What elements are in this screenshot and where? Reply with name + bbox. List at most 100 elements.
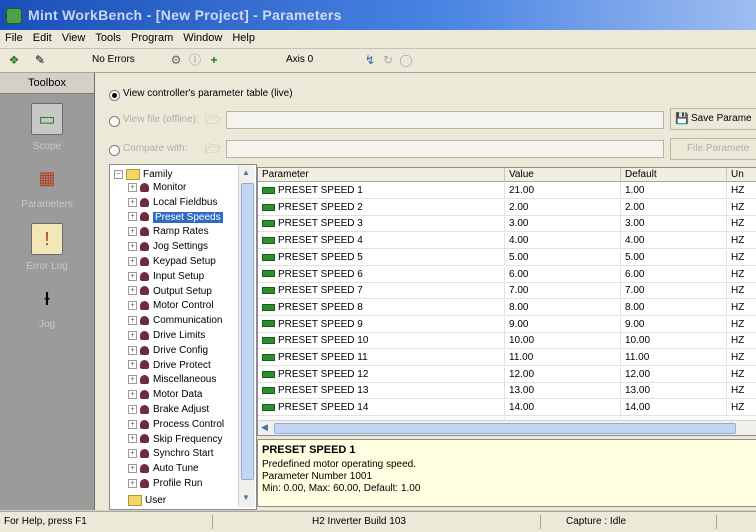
expand-icon[interactable]: + (128, 330, 137, 340)
menu-program[interactable]: Program (126, 30, 178, 44)
table-row[interactable]: PRESET SPEED 14 14.00 14.00 HZ (258, 400, 756, 417)
info-icon[interactable]: ⓘ (187, 53, 203, 67)
menu-tools[interactable]: Tools (90, 30, 126, 44)
expand-icon[interactable]: + (128, 286, 137, 296)
expand-icon[interactable]: + (128, 345, 137, 355)
table-row[interactable]: PRESET SPEED 4 4.00 4.00 HZ (258, 233, 756, 250)
table-row[interactable]: PRESET SPEED 10 10.00 10.00 HZ (258, 333, 756, 350)
tree-item[interactable]: + Keypad Setup (128, 255, 216, 268)
header-value[interactable]: Value (505, 168, 621, 182)
table-row[interactable]: PRESET SPEED 12 12.00 12.00 HZ (258, 366, 756, 383)
table-row[interactable]: PRESET SPEED 3 3.00 3.00 HZ (258, 216, 756, 233)
save-parameters-button[interactable]: 💾 Save Parame (670, 108, 756, 130)
compare-file-field[interactable] (226, 140, 664, 158)
file-parameters-button[interactable]: File Paramete (670, 138, 756, 160)
table-row[interactable]: PRESET SPEED 1 21.00 1.00 HZ (258, 183, 756, 199)
table-row[interactable]: PRESET SPEED 5 5.00 5.00 HZ (258, 249, 756, 266)
tree-item[interactable]: + Input Setup (128, 270, 204, 283)
tree-item[interactable]: + Ramp Rates (128, 225, 209, 238)
table-row[interactable]: PRESET SPEED 13 13.00 13.00 HZ (258, 383, 756, 400)
refresh-icon[interactable]: ↻ (380, 53, 396, 67)
tree-item[interactable]: + Brake Adjust (128, 403, 209, 416)
tree-item[interactable]: + Jog Settings (128, 240, 208, 253)
expand-icon[interactable]: + (128, 301, 137, 311)
tree-item[interactable]: + Profile Run (128, 477, 202, 490)
cell-value[interactable]: 11.00 (505, 350, 621, 366)
cell-value[interactable]: 13.00 (505, 383, 621, 400)
table-row[interactable]: PRESET SPEED 7 7.00 7.00 HZ (258, 283, 756, 300)
tree-item[interactable]: + Skip Frequency (128, 433, 222, 446)
axis-selector[interactable]: Axis 0 (286, 54, 313, 65)
add-icon[interactable]: + (206, 53, 222, 67)
tree-scroll-thumb[interactable] (241, 183, 254, 480)
expand-icon[interactable]: + (128, 197, 137, 207)
expand-icon[interactable]: + (128, 478, 137, 488)
toolbox-jog[interactable]: ᵼ Jog (6, 283, 88, 345)
scroll-down-icon[interactable]: ▼ (242, 493, 250, 502)
tree-item[interactable]: + Motor Data (128, 388, 202, 401)
table-row[interactable]: PRESET SPEED 6 6.00 6.00 HZ (258, 266, 756, 283)
toolbox-scope[interactable]: ▭ Scope (6, 103, 88, 165)
view-offline-radio[interactable] (109, 116, 120, 127)
collapse-icon[interactable]: − (114, 169, 123, 179)
table-row[interactable]: PRESET SPEED 9 9.00 9.00 HZ (258, 316, 756, 333)
tree-root[interactable]: − Family (114, 168, 172, 181)
expand-icon[interactable]: + (128, 390, 137, 400)
menu-edit[interactable]: Edit (28, 30, 57, 44)
tree-item[interactable]: + Drive Config (128, 344, 208, 357)
expand-icon[interactable]: + (128, 256, 137, 266)
cell-value[interactable]: 10.00 (505, 333, 621, 350)
cell-value[interactable]: 21.00 (505, 183, 621, 199)
cell-value[interactable]: 7.00 (505, 283, 621, 300)
toolbox-error-log[interactable]: ! Error Log (6, 223, 88, 285)
tree-item[interactable]: + Synchro Start (128, 447, 214, 460)
tree-item[interactable]: + Auto Tune (128, 462, 199, 475)
expand-icon[interactable]: + (128, 242, 137, 252)
tree-item[interactable]: + Preset Speeds (128, 211, 223, 224)
axis-config-icon[interactable]: ↯ (362, 53, 378, 67)
expand-icon[interactable]: + (128, 419, 137, 429)
expand-icon[interactable]: + (128, 434, 137, 444)
view-live-radio[interactable] (109, 90, 120, 101)
tree-scrollbar[interactable]: ▲ ▼ (238, 165, 255, 507)
expand-icon[interactable]: + (128, 212, 137, 222)
tree-item[interactable]: + Drive Protect (128, 359, 211, 372)
tree-item[interactable]: + Monitor (128, 181, 186, 194)
stop-icon[interactable]: ◯ (398, 53, 414, 67)
menu-help[interactable]: Help (227, 30, 260, 44)
expand-icon[interactable]: + (128, 316, 137, 326)
settings-icon[interactable]: ⚙ (168, 53, 184, 67)
compare-radio[interactable] (109, 145, 120, 156)
cell-value[interactable]: 6.00 (505, 266, 621, 283)
expand-icon[interactable]: + (128, 449, 137, 459)
title-bar[interactable]: Mint WorkBench - [New Project] - Paramet… (0, 0, 756, 30)
menu-file[interactable]: File (0, 30, 28, 44)
table-row[interactable]: PRESET SPEED 11 11.00 11.00 HZ (258, 350, 756, 366)
expand-icon[interactable]: + (128, 360, 137, 370)
family-tree[interactable]: − Family + Monitor + Local Fieldbus + Preset S… (109, 164, 257, 510)
tree-item[interactable]: + Process Control (128, 418, 224, 431)
grid-scroll-thumb[interactable] (274, 423, 736, 434)
tree-item-user[interactable]: User (128, 494, 166, 507)
header-parameter[interactable]: Parameter (258, 168, 505, 182)
expand-icon[interactable]: + (128, 464, 137, 474)
toolbox-parameters[interactable]: ▦ Parameters (6, 163, 88, 225)
cell-value[interactable]: 9.00 (505, 316, 621, 333)
tree-item[interactable]: + Local Fieldbus (128, 196, 217, 209)
expand-icon[interactable]: + (128, 182, 137, 192)
pen-icon[interactable]: ✎ (32, 53, 48, 67)
scroll-up-icon[interactable]: ▲ (242, 168, 250, 177)
tree-item[interactable]: + Communication (128, 314, 222, 327)
table-row[interactable]: PRESET SPEED 2 2.00 2.00 HZ (258, 199, 756, 216)
cell-value[interactable]: 14.00 (505, 400, 621, 417)
cell-value[interactable]: 2.00 (505, 199, 621, 216)
scroll-left-icon[interactable]: ◀ (261, 422, 268, 433)
expand-icon[interactable]: + (128, 375, 137, 385)
cell-value[interactable]: 8.00 (505, 299, 621, 316)
cell-value[interactable]: 5.00 (505, 249, 621, 266)
header-unit[interactable]: Un (727, 168, 756, 182)
expand-icon[interactable]: + (128, 227, 137, 237)
offline-file-field[interactable] (226, 111, 664, 129)
folder-icon[interactable]: 🗁 (205, 111, 221, 133)
cell-value[interactable]: 4.00 (505, 233, 621, 250)
